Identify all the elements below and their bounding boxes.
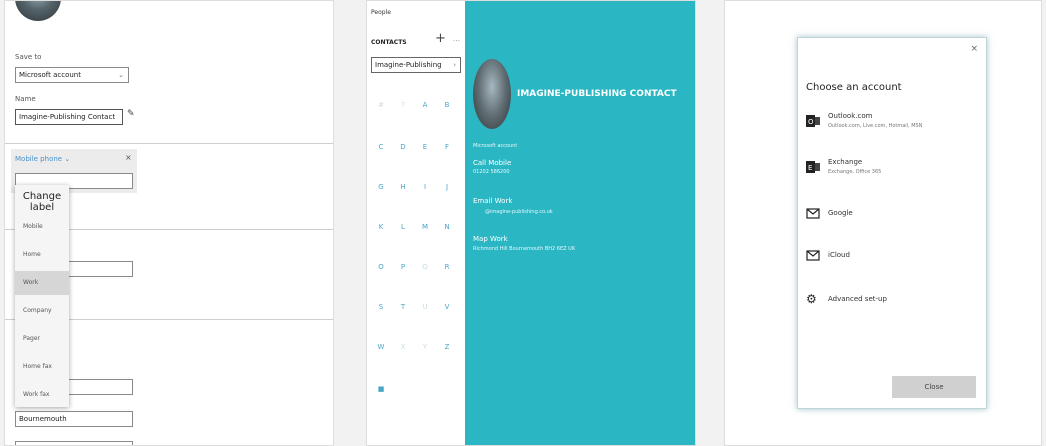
svg-text:E: E [808,164,812,172]
account-option-advanced[interactable]: ⚙ Advanced set-up [798,290,988,312]
mail-icon [806,208,820,219]
mail-icon [806,250,820,261]
account-option-exchange[interactable]: E Exchange Exchange, Office 365 [798,156,988,184]
menu-item-work-fax[interactable]: Work fax [15,383,69,407]
address-field-2[interactable]: Bournemouth [15,411,133,427]
account-sub: Outlook.com, Live.com, Hotmail, MSN [828,123,923,129]
letter-jump-6-2[interactable]: Y [419,343,431,351]
letter-jump-1-0[interactable]: C [375,143,387,151]
gear-icon: ⚙ [806,292,817,306]
menu-item-home-fax[interactable]: Home fax [15,355,69,379]
letter-jump-3-0[interactable]: K [375,223,387,231]
account-name: Exchange [828,158,863,166]
email-label[interactable]: Email Work [473,197,512,205]
chevron-down-icon: ⌄ [118,71,124,79]
letter-jump-3-1[interactable]: L [397,223,409,231]
save-to-value: Microsoft account [19,71,81,79]
edit-pencil-icon[interactable]: ✎ [127,109,135,119]
letter-jump-2-3[interactable]: J [441,183,453,191]
add-contact-icon[interactable]: + [435,31,446,46]
choose-account-panel: × Choose an account O Outlook.com Outloo… [724,0,1042,446]
letter-jump-0-1[interactable]: ? [397,101,409,109]
letter-jump-5-3[interactable]: V [441,303,453,311]
menu-item-mobile[interactable]: Mobile [15,215,69,239]
close-button[interactable]: Close [892,376,976,398]
divider [5,143,333,144]
letter-jump-2-2[interactable]: I [419,183,431,191]
phone-label-dropdown[interactable]: Mobile phone ⌄ [15,155,70,163]
save-to-label: Save to [15,53,42,61]
name-value: Imagine-Publishing Contact [19,113,116,121]
account-sub: Exchange, Office 365 [828,169,882,175]
letter-jump-3-3[interactable]: N [441,223,453,231]
letter-jump-0-3[interactable]: B [441,101,453,109]
menu-item-home[interactable]: Home [15,243,69,267]
contacts-heading: CONTACTS [371,39,407,46]
menu-item-work[interactable]: Work [15,271,69,295]
contact-search-input[interactable]: Imagine-Publishing › [371,57,461,73]
contact-photo [473,59,511,129]
people-app-panel: People CONTACTS + … Imagine-Publishing ›… [366,0,696,446]
email-value[interactable]: @imagine-publishing.co.uk [485,209,553,215]
edit-contact-panel: Save to Microsoft account ⌄ Name Imagine… [4,0,334,446]
account-text: Microsoft account [473,143,518,149]
letter-jump-4-1[interactable]: P [397,263,409,271]
map-label[interactable]: Map Work [473,235,508,243]
letter-jump-4-0[interactable]: O [375,263,387,271]
letter-jump-6-3[interactable]: Z [441,343,453,351]
letter-jump-0-0[interactable]: # [375,101,387,109]
letter-jump-2-0[interactable]: G [375,183,387,191]
letter-jump-7-0[interactable]: ■ [375,385,387,393]
letter-jump-4-2[interactable]: Q [419,263,431,271]
letter-jump-2-1[interactable]: H [397,183,409,191]
choose-account-dialog: × Choose an account O Outlook.com Outloo… [797,37,987,409]
letter-jump-5-1[interactable]: T [397,303,409,311]
letter-jump-5-0[interactable]: S [375,303,387,311]
account-name: Outlook.com [828,112,873,120]
call-value[interactable]: 01202 586200 [473,169,510,175]
name-label: Name [15,95,36,103]
letter-jump-0-2[interactable]: A [419,101,431,109]
account-name: Advanced set-up [828,295,887,303]
account-option-google[interactable]: Google [798,204,988,226]
call-label[interactable]: Call Mobile [473,159,511,167]
close-icon[interactable]: × [970,44,978,54]
outlook-icon: O [806,115,820,127]
menu-item-company[interactable]: Company [15,299,69,323]
menu-title: Change label [22,191,62,213]
letter-jump-5-2[interactable]: U [419,303,431,311]
letter-jump-3-2[interactable]: M [419,223,431,231]
dialog-title: Choose an account [806,82,902,93]
chevron-right-icon: › [453,61,456,69]
contact-detail-pane: IMAGINE-PUBLISHING CONTACT Microsoft acc… [465,1,695,445]
svg-text:O: O [808,118,814,126]
address-value: Bournemouth [19,415,67,423]
contact-name: IMAGINE-PUBLISHING CONTACT [517,89,677,99]
save-to-dropdown[interactable]: Microsoft account ⌄ [15,67,129,83]
account-option-icloud[interactable]: iCloud [798,246,988,268]
account-name: iCloud [828,251,850,259]
letter-jump-6-0[interactable]: W [375,343,387,351]
contact-avatar[interactable] [15,1,61,21]
letter-jump-1-1[interactable]: D [397,143,409,151]
map-value[interactable]: Richmond Hill Bournemouth BH2 6EZ UK [473,246,575,252]
remove-phone-icon[interactable]: × [125,153,132,162]
search-value: Imagine-Publishing [375,61,442,69]
letter-jump-6-1[interactable]: X [397,343,409,351]
more-options-icon[interactable]: … [453,35,460,43]
phone-label-text: Mobile phone [15,155,63,163]
letter-jump-1-2[interactable]: E [419,143,431,151]
change-label-menu: Change label Mobile Home Work Company Pa… [15,185,69,407]
account-option-outlook[interactable]: O Outlook.com Outlook.com, Live.com, Hot… [798,110,988,138]
menu-item-pager[interactable]: Pager [15,327,69,351]
letter-jump-4-3[interactable]: R [441,263,453,271]
exchange-icon: E [806,161,820,173]
letter-jump-1-3[interactable]: F [441,143,453,151]
address-field-3[interactable] [15,441,133,445]
name-field[interactable]: Imagine-Publishing Contact [15,109,123,125]
app-title: People [371,9,391,16]
account-name: Google [828,209,853,217]
